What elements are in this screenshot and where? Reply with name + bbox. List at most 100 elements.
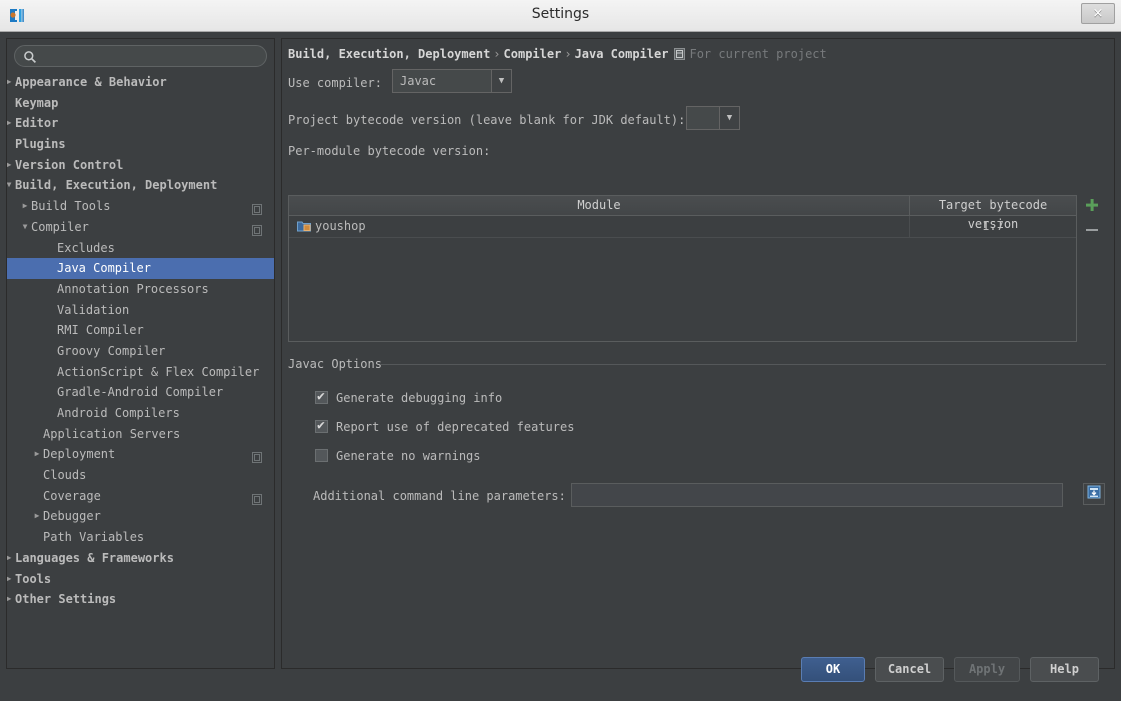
table-toolbar — [1081, 197, 1105, 249]
checkbox-label: Generate debugging info — [336, 391, 502, 406]
sidebar-item-tools[interactable]: ▶Tools — [7, 569, 274, 590]
javac-options-legend: Javac Options — [288, 357, 388, 371]
chevron-right-icon[interactable]: ▶ — [31, 444, 43, 465]
sidebar-item-label: Other Settings — [15, 589, 116, 610]
sidebar-item-editor[interactable]: ▶Editor — [7, 113, 274, 134]
sidebar-item-label: Application Servers — [43, 424, 180, 445]
sidebar-item-label: Android Compilers — [57, 403, 180, 424]
group-divider — [380, 364, 1106, 365]
column-header-target-bytecode-version[interactable]: Target bytecode version — [909, 196, 1076, 215]
sidebar-item-build-execution-deployment[interactable]: ▼Build, Execution, Deployment — [7, 175, 274, 196]
sidebar-item-validation[interactable]: Validation — [7, 300, 274, 321]
expand-editor-icon[interactable] — [1083, 483, 1105, 505]
sidebar-item-path-variables[interactable]: Path Variables — [7, 527, 274, 548]
add-module-button[interactable] — [1081, 197, 1103, 219]
chevron-right-icon[interactable]: ▶ — [6, 72, 15, 93]
sidebar-item-keymap[interactable]: Keymap — [7, 93, 274, 114]
sidebar-item-label: RMI Compiler — [57, 320, 144, 341]
chevron-right-icon[interactable]: ▶ — [6, 113, 15, 134]
sidebar-item-label: Clouds — [43, 465, 86, 486]
settings-sidebar: ▶Appearance & BehaviorKeymap▶EditorPlugi… — [6, 38, 275, 669]
sidebar-item-label: Version Control — [15, 155, 123, 176]
sidebar-item-deployment[interactable]: ▶Deployment — [7, 444, 274, 465]
cell-target-bytecode-version[interactable]: 1.7 — [909, 216, 1076, 237]
sidebar-item-build-tools[interactable]: ▶Build Tools — [7, 196, 274, 217]
remove-module-button[interactable] — [1081, 222, 1103, 244]
sidebar-item-clouds[interactable]: Clouds — [7, 465, 274, 486]
sidebar-item-languages-frameworks[interactable]: ▶Languages & Frameworks — [7, 548, 274, 569]
sidebar-item-label: Gradle-Android Compiler — [57, 382, 223, 403]
sidebar-item-android-compilers[interactable]: Android Compilers — [7, 403, 274, 424]
project-scope-icon — [674, 48, 685, 60]
sidebar-item-actionscript-flex-compiler[interactable]: ActionScript & Flex Compiler — [7, 362, 274, 383]
use-compiler-combo[interactable]: Javac ▼ — [392, 69, 512, 93]
sidebar-item-version-control[interactable]: ▶Version Control — [7, 155, 274, 176]
sidebar-item-gradle-android-compiler[interactable]: Gradle-Android Compiler — [7, 382, 274, 403]
sidebar-item-groovy-compiler[interactable]: Groovy Compiler — [7, 341, 274, 362]
breadcrumb-separator-1: › — [561, 47, 574, 61]
search-input[interactable] — [41, 48, 263, 67]
sidebar-item-application-servers[interactable]: Application Servers — [7, 424, 274, 445]
chevron-down-icon[interactable]: ▼ — [19, 217, 31, 238]
chevron-right-icon[interactable]: ▶ — [6, 548, 15, 569]
breadcrumb-part-0[interactable]: Build, Execution, Deployment — [288, 47, 490, 61]
breadcrumb-part-1[interactable]: Compiler — [504, 47, 562, 61]
sidebar-item-label: Languages & Frameworks — [15, 548, 174, 569]
sidebar-item-label: Debugger — [43, 506, 101, 527]
cell-module-label: youshop — [315, 219, 366, 233]
sidebar-item-label: Tools — [15, 569, 51, 590]
chevron-right-icon[interactable]: ▶ — [6, 589, 15, 610]
ok-button[interactable]: OK — [801, 657, 865, 682]
sidebar-item-appearance-behavior[interactable]: ▶Appearance & Behavior — [7, 72, 274, 93]
breadcrumb-part-2[interactable]: Java Compiler — [575, 47, 669, 61]
project-bytecode-combo[interactable]: ▼ — [686, 106, 740, 130]
search-field[interactable] — [14, 45, 267, 67]
additional-parameters-label: Additional command line parameters: — [313, 488, 566, 504]
column-header-module[interactable]: Module — [289, 196, 909, 215]
check-icon: ✔ — [317, 418, 325, 434]
sidebar-item-excludes[interactable]: Excludes — [7, 238, 274, 259]
sidebar-item-other-settings[interactable]: ▶Other Settings — [7, 589, 274, 610]
sidebar-item-debugger[interactable]: ▶Debugger — [7, 506, 274, 527]
sidebar-item-rmi-compiler[interactable]: RMI Compiler — [7, 320, 274, 341]
cancel-button[interactable]: Cancel — [875, 657, 944, 682]
checkbox-box[interactable] — [315, 449, 328, 462]
close-icon[interactable]: × — [1081, 3, 1115, 24]
sidebar-item-label: Build Tools — [31, 196, 110, 217]
chevron-right-icon[interactable]: ▶ — [31, 506, 43, 527]
table-body: youshop 1.7 — [289, 216, 1076, 238]
chevron-right-icon[interactable]: ▶ — [6, 155, 15, 176]
chevron-down-icon[interactable]: ▼ — [719, 107, 739, 129]
settings-dialog: Settings × ▶Appearance & BehaviorKeymap▶… — [0, 0, 1121, 701]
use-compiler-value: Javac — [400, 73, 436, 89]
dialog-content: ▶Appearance & BehaviorKeymap▶EditorPlugi… — [0, 32, 1121, 701]
apply-button: Apply — [954, 657, 1020, 682]
chevron-right-icon[interactable]: ▶ — [6, 569, 15, 590]
chevron-down-icon[interactable]: ▼ — [6, 175, 15, 196]
sidebar-item-annotation-processors[interactable]: Annotation Processors — [7, 279, 274, 300]
sidebar-item-java-compiler[interactable]: Java Compiler — [7, 258, 274, 279]
scope-label: For current project — [689, 47, 826, 61]
sidebar-item-label: Compiler — [31, 217, 89, 238]
checkbox-box[interactable]: ✔ — [315, 391, 328, 404]
dialog-button-bar: OK Cancel Apply Help — [0, 644, 1121, 701]
table-row[interactable]: youshop 1.7 — [289, 216, 1076, 238]
checkbox-box[interactable]: ✔ — [315, 420, 328, 433]
chevron-down-icon[interactable]: ▼ — [491, 70, 511, 92]
additional-parameters-input[interactable] — [571, 483, 1063, 507]
sidebar-item-coverage[interactable]: Coverage — [7, 486, 274, 507]
sidebar-item-compiler[interactable]: ▼Compiler — [7, 217, 274, 238]
sidebar-item-label: Java Compiler — [57, 258, 151, 279]
sidebar-item-plugins[interactable]: Plugins — [7, 134, 274, 155]
sidebar-item-label: Editor — [15, 113, 58, 134]
sidebar-item-label: Keymap — [15, 93, 58, 114]
settings-tree: ▶Appearance & BehaviorKeymap▶EditorPlugi… — [7, 72, 274, 610]
sidebar-item-label: Coverage — [43, 486, 101, 507]
project-scope-icon — [252, 491, 262, 502]
help-button[interactable]: Help — [1030, 657, 1099, 682]
per-module-table[interactable]: Module Target bytecode version youshop 1.… — [288, 195, 1077, 342]
use-compiler-label: Use compiler: — [288, 75, 382, 91]
chevron-right-icon[interactable]: ▶ — [19, 196, 31, 217]
sidebar-item-label: Excludes — [57, 238, 115, 259]
checkbox-label: Generate no warnings — [336, 449, 481, 464]
